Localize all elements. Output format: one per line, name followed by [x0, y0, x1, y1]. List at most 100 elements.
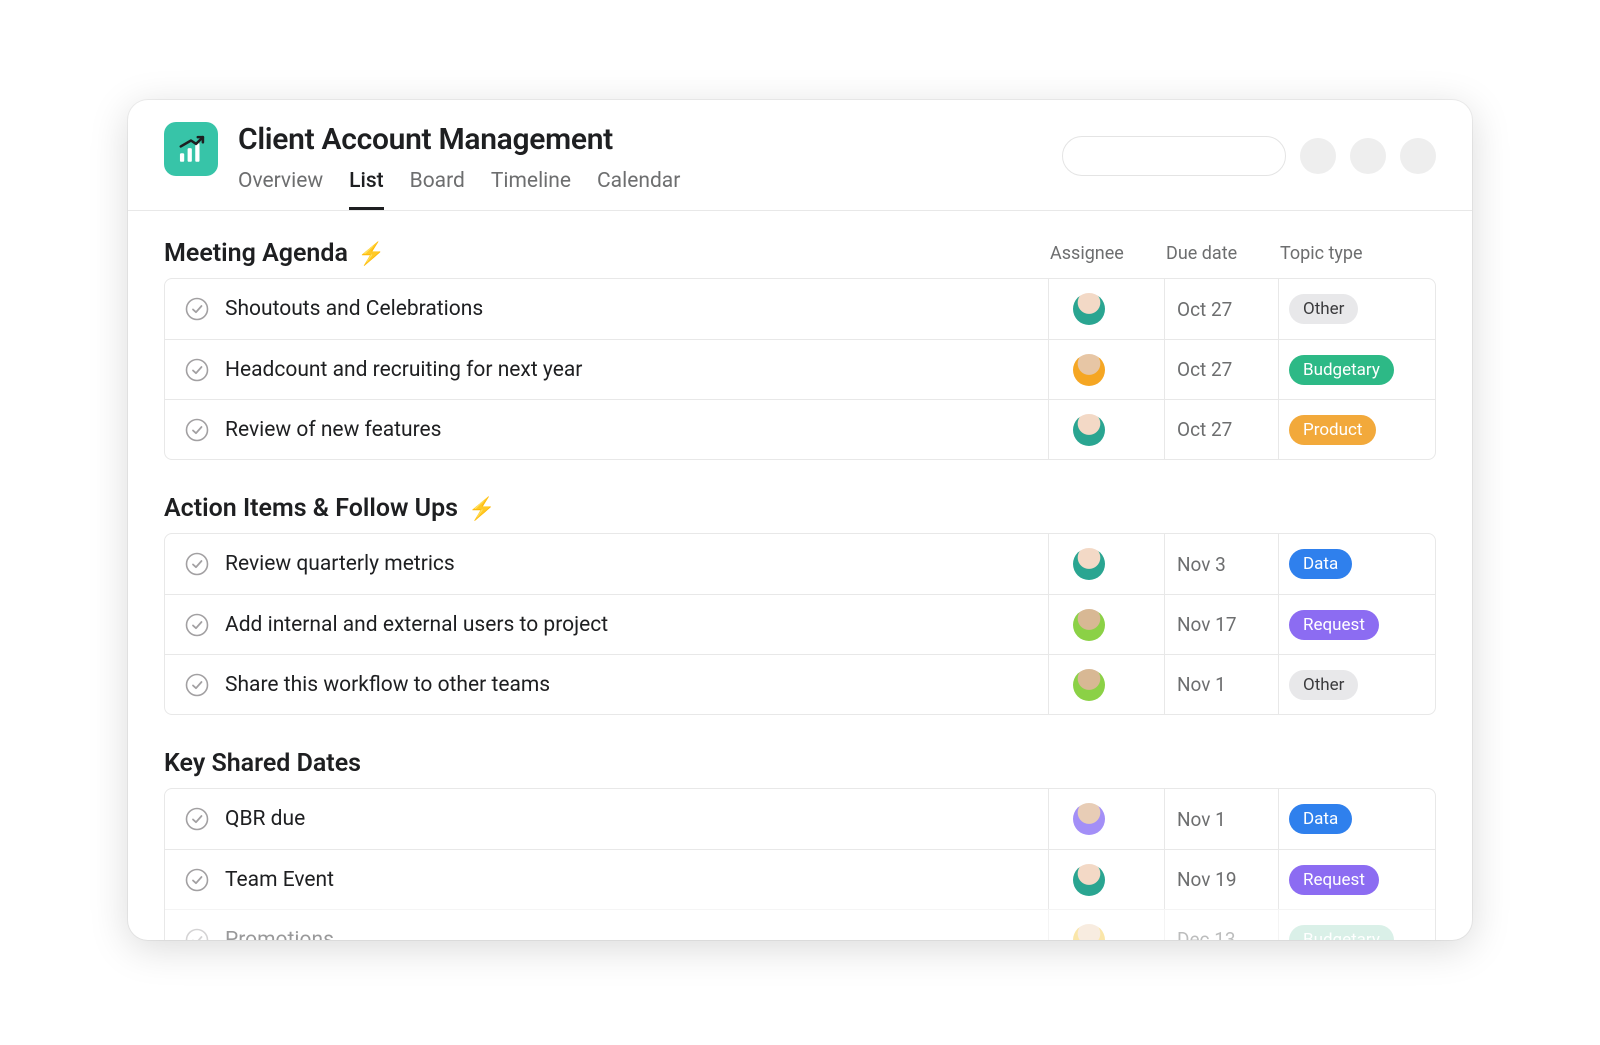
- task-row[interactable]: Team Event Nov 19 Request: [165, 849, 1435, 909]
- tab-timeline[interactable]: Timeline: [491, 169, 571, 210]
- cell-due-date[interactable]: Dec 13: [1165, 910, 1279, 940]
- check-circle-icon[interactable]: [185, 613, 209, 637]
- col-header-topic[interactable]: Topic type: [1280, 243, 1436, 264]
- cell-assignee[interactable]: [1049, 789, 1165, 849]
- cell-due-date[interactable]: Nov 19: [1165, 850, 1279, 909]
- cell-topic-type[interactable]: Budgetary: [1279, 910, 1435, 940]
- header-circle-1[interactable]: [1300, 138, 1336, 174]
- check-circle-icon[interactable]: [185, 928, 209, 941]
- check-circle-icon[interactable]: [185, 807, 209, 831]
- cell-assignee[interactable]: [1049, 910, 1165, 940]
- tab-calendar[interactable]: Calendar: [597, 169, 680, 210]
- cell-due-date[interactable]: Oct 27: [1165, 400, 1279, 459]
- task-row[interactable]: Add internal and external users to proje…: [165, 594, 1435, 654]
- section-header-row: Key Shared Dates: [164, 749, 1436, 778]
- topic-tag[interactable]: Other: [1289, 670, 1358, 700]
- task-row[interactable]: Review quarterly metrics Nov 3 Data: [165, 534, 1435, 594]
- cell-due-date[interactable]: Nov 17: [1165, 595, 1279, 654]
- topic-tag[interactable]: Product: [1289, 415, 1376, 445]
- due-date-text: Oct 27: [1177, 298, 1232, 321]
- task-table: QBR due Nov 1 Data Team Event Nov 19: [164, 788, 1436, 940]
- assignee-avatar[interactable]: [1073, 354, 1105, 386]
- assignee-avatar[interactable]: [1073, 924, 1105, 941]
- topic-tag[interactable]: Request: [1289, 865, 1379, 895]
- section-title[interactable]: Meeting Agenda⚡: [164, 239, 385, 268]
- cell-task-name[interactable]: Team Event: [165, 850, 1049, 909]
- section-title[interactable]: Key Shared Dates: [164, 749, 361, 778]
- header-center: Client Account Management Overview List …: [238, 122, 1062, 210]
- assignee-avatar[interactable]: [1073, 414, 1105, 446]
- topic-tag[interactable]: Budgetary: [1289, 925, 1394, 941]
- topic-tag[interactable]: Other: [1289, 294, 1358, 324]
- topic-tag[interactable]: Budgetary: [1289, 355, 1394, 385]
- cell-due-date[interactable]: Nov 1: [1165, 655, 1279, 714]
- cell-task-name[interactable]: Review of new features: [165, 400, 1049, 459]
- topic-tag[interactable]: Request: [1289, 610, 1379, 640]
- assignee-avatar[interactable]: [1073, 864, 1105, 896]
- cell-topic-type[interactable]: Request: [1279, 595, 1435, 654]
- task-row[interactable]: Share this workflow to other teams Nov 1…: [165, 654, 1435, 714]
- assignee-avatar[interactable]: [1073, 548, 1105, 580]
- task-name-text: Review quarterly metrics: [225, 552, 455, 576]
- cell-topic-type[interactable]: Product: [1279, 400, 1435, 459]
- task-name-text: Shoutouts and Celebrations: [225, 297, 483, 321]
- check-circle-icon[interactable]: [185, 552, 209, 576]
- col-header-due[interactable]: Due date: [1166, 243, 1280, 264]
- cell-assignee[interactable]: [1049, 400, 1165, 459]
- cell-assignee[interactable]: [1049, 595, 1165, 654]
- due-date-text: Oct 27: [1177, 358, 1232, 381]
- cell-due-date[interactable]: Oct 27: [1165, 279, 1279, 339]
- assignee-avatar[interactable]: [1073, 803, 1105, 835]
- cell-topic-type[interactable]: Data: [1279, 789, 1435, 849]
- task-row[interactable]: Headcount and recruiting for next year O…: [165, 339, 1435, 399]
- cell-due-date[interactable]: Nov 3: [1165, 534, 1279, 594]
- task-row[interactable]: Shoutouts and Celebrations Oct 27 Other: [165, 279, 1435, 339]
- check-circle-icon[interactable]: [185, 673, 209, 697]
- section-title[interactable]: Action Items & Follow Ups⚡: [164, 494, 495, 523]
- column-headers: Assignee Due date Topic type: [1050, 243, 1436, 264]
- chart-up-icon: [174, 132, 208, 166]
- task-row[interactable]: QBR due Nov 1 Data: [165, 789, 1435, 849]
- section-title-text: Key Shared Dates: [164, 749, 361, 778]
- cell-task-name[interactable]: Add internal and external users to proje…: [165, 595, 1049, 654]
- cell-due-date[interactable]: Oct 27: [1165, 340, 1279, 399]
- tab-board[interactable]: Board: [410, 169, 465, 210]
- section-header-row: Action Items & Follow Ups⚡: [164, 494, 1436, 523]
- cell-assignee[interactable]: [1049, 534, 1165, 594]
- task-row[interactable]: Promotions Dec 13 Budgetary: [165, 909, 1435, 940]
- header-circle-3[interactable]: [1400, 138, 1436, 174]
- check-circle-icon[interactable]: [185, 418, 209, 442]
- due-date-text: Nov 3: [1177, 553, 1226, 576]
- cell-topic-type[interactable]: Request: [1279, 850, 1435, 909]
- header-circle-2[interactable]: [1350, 138, 1386, 174]
- cell-assignee[interactable]: [1049, 279, 1165, 339]
- cell-assignee[interactable]: [1049, 340, 1165, 399]
- cell-task-name[interactable]: Review quarterly metrics: [165, 534, 1049, 594]
- assignee-avatar[interactable]: [1073, 669, 1105, 701]
- check-circle-icon[interactable]: [185, 868, 209, 892]
- cell-topic-type[interactable]: Other: [1279, 655, 1435, 714]
- cell-task-name[interactable]: Promotions: [165, 910, 1049, 940]
- tab-overview[interactable]: Overview: [238, 169, 323, 210]
- cell-topic-type[interactable]: Budgetary: [1279, 340, 1435, 399]
- header-pill-placeholder[interactable]: [1062, 136, 1286, 176]
- topic-tag[interactable]: Data: [1289, 804, 1352, 834]
- bolt-icon: ⚡: [468, 497, 495, 522]
- cell-assignee[interactable]: [1049, 655, 1165, 714]
- check-circle-icon[interactable]: [185, 297, 209, 321]
- cell-task-name[interactable]: Shoutouts and Celebrations: [165, 279, 1049, 339]
- col-header-assignee[interactable]: Assignee: [1050, 243, 1166, 264]
- cell-task-name[interactable]: QBR due: [165, 789, 1049, 849]
- cell-due-date[interactable]: Nov 1: [1165, 789, 1279, 849]
- cell-task-name[interactable]: Headcount and recruiting for next year: [165, 340, 1049, 399]
- topic-tag[interactable]: Data: [1289, 549, 1352, 579]
- assignee-avatar[interactable]: [1073, 609, 1105, 641]
- cell-topic-type[interactable]: Data: [1279, 534, 1435, 594]
- cell-task-name[interactable]: Share this workflow to other teams: [165, 655, 1049, 714]
- task-row[interactable]: Review of new features Oct 27 Product: [165, 399, 1435, 459]
- assignee-avatar[interactable]: [1073, 293, 1105, 325]
- check-circle-icon[interactable]: [185, 358, 209, 382]
- cell-topic-type[interactable]: Other: [1279, 279, 1435, 339]
- tab-list[interactable]: List: [349, 169, 384, 210]
- cell-assignee[interactable]: [1049, 850, 1165, 909]
